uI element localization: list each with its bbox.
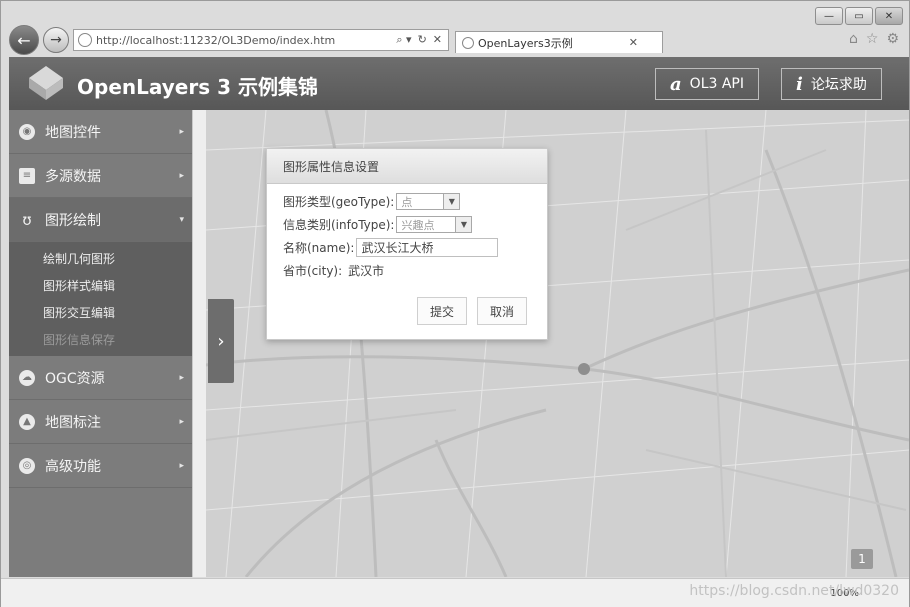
refresh-icon[interactable]: ↻ — [418, 33, 427, 47]
feature-attribute-dialog: 图形属性信息设置 图形类型(geoType): 点 ▼ 信息类别(infoTyp… — [266, 148, 548, 340]
address-bar[interactable]: http://localhost:11232/OL3Demo/index.htm… — [73, 29, 449, 51]
tab-favicon-icon — [462, 36, 474, 49]
openlayers-logo-icon — [29, 66, 63, 100]
sidebar-item-label: 多源数据 — [45, 168, 101, 185]
sidebar-item-multi-source-data[interactable]: ≡ 多源数据 ▸ — [9, 154, 192, 198]
sidebar-item-label: 地图控件 — [45, 124, 101, 141]
address-actions: ⌕ ▾ ↻ ✕ — [396, 33, 442, 47]
app-title: OpenLayers 3 示例集锦 — [77, 75, 318, 99]
marker-icon: ▲ — [19, 413, 35, 430]
sidebar-item-label: OGC资源 — [45, 370, 105, 387]
info-type-label: 信息类别(infoType): — [283, 218, 395, 232]
chevron-right-icon: › — [217, 330, 225, 352]
city-row: 省市(city): 武汉市 — [283, 259, 547, 282]
data-stack-icon: ≡ — [19, 167, 35, 184]
forward-arrow-icon: → — [50, 32, 62, 48]
sidebar: ◉ 地图控件 ▸ ≡ 多源数据 ▸ ʊ 图形绘制 ▾ 绘制几何图形 图形样式编辑… — [9, 110, 192, 577]
name-row: 名称(name): 武汉长江大桥 — [283, 236, 547, 259]
name-label: 名称(name): — [283, 241, 355, 255]
forum-help-label: 论坛求助 — [810, 77, 867, 93]
map-zoom-badge[interactable]: 1 — [851, 549, 873, 569]
forum-help-button[interactable]: i 论坛求助 — [781, 68, 882, 100]
stop-icon[interactable]: ✕ — [433, 33, 442, 47]
info-type-select[interactable]: 兴趣点 ▼ — [396, 216, 473, 233]
submenu-item-style-edit[interactable]: 图形样式编辑 — [9, 273, 192, 300]
geo-type-value: 点 — [401, 195, 413, 209]
back-arrow-icon: ← — [17, 30, 31, 50]
dialog-buttons: 提交 取消 — [417, 297, 527, 325]
submenu-item-draw-geometry[interactable]: 绘制几何图形 — [9, 246, 192, 273]
map-control-icon: ◉ — [19, 123, 35, 140]
info-icon: i — [796, 73, 803, 95]
settings-gear-icon[interactable]: ⚙ — [886, 31, 899, 47]
sidebar-item-ogc-resources[interactable]: ☁ OGC资源 ▸ — [9, 356, 192, 400]
status-bar: 100% https://blog.csdn.net/lwd0320 — [1, 578, 909, 607]
chevron-right-icon: ▸ — [179, 416, 184, 427]
chevron-right-icon: ▸ — [179, 460, 184, 471]
api-icon: a — [670, 73, 682, 95]
submenu-item-interactive-edit[interactable]: 图形交互编辑 — [9, 300, 192, 327]
sidebar-item-map-controls[interactable]: ◉ 地图控件 ▸ — [9, 110, 192, 154]
forward-button[interactable]: → — [43, 27, 69, 53]
url-text[interactable]: http://localhost:11232/OL3Demo/index.htm — [96, 34, 396, 47]
cloud-icon: ☁ — [19, 369, 35, 386]
browser-window: — ▭ ✕ ← → http://localhost:11232/OL3Demo… — [0, 0, 910, 607]
page-favicon-icon — [78, 33, 92, 47]
name-input[interactable]: 武汉长江大桥 — [356, 238, 499, 257]
chevron-right-icon: ▸ — [179, 170, 184, 181]
close-window-button[interactable]: ✕ — [875, 7, 903, 25]
sidebar-item-label: 图形绘制 — [45, 212, 101, 229]
app-header: OpenLayers 3 示例集锦 a OL3 API i 论坛求助 — [9, 57, 909, 110]
chevron-down-icon: ▼ — [455, 217, 472, 232]
info-type-row: 信息类别(infoType): 兴趣点 ▼ — [283, 213, 547, 236]
tab-title: OpenLayers3示例 — [478, 36, 573, 50]
city-value: 武汉市 — [348, 264, 385, 278]
window-controls: — ▭ ✕ — [815, 7, 903, 25]
advanced-icon: ◎ — [19, 457, 35, 474]
submit-button[interactable]: 提交 — [417, 297, 467, 325]
geo-type-row: 图形类型(geoType): 点 ▼ — [283, 190, 547, 213]
chevron-right-icon: ▸ — [179, 372, 184, 383]
sidebar-item-drawing[interactable]: ʊ 图形绘制 ▾ — [9, 198, 192, 242]
sidebar-item-map-annotation[interactable]: ▲ 地图标注 ▸ — [9, 400, 192, 444]
favorites-star-icon[interactable]: ☆ — [866, 31, 879, 47]
info-type-value: 兴趣点 — [401, 218, 435, 232]
browser-navbar: ← → http://localhost:11232/OL3Demo/index… — [1, 25, 909, 57]
city-label: 省市(city): — [283, 264, 343, 278]
chevron-right-icon: ▸ — [179, 126, 184, 137]
back-button[interactable]: ← — [9, 25, 39, 55]
sidebar-item-advanced[interactable]: ◎ 高级功能 ▸ — [9, 444, 192, 488]
tab-close-icon[interactable]: ✕ — [629, 36, 638, 49]
search-dropdown-icon[interactable]: ⌕ ▾ — [396, 33, 411, 47]
home-icon[interactable]: ⌂ — [849, 31, 858, 47]
watermark-text: https://blog.csdn.net/lwd0320 — [689, 583, 899, 599]
dialog-title: 图形属性信息设置 — [267, 149, 547, 184]
geo-type-select[interactable]: 点 ▼ — [396, 193, 461, 210]
geo-type-label: 图形类型(geoType): — [283, 195, 395, 209]
sidebar-toggle-handle[interactable]: › — [208, 299, 234, 383]
sidebar-item-label: 高级功能 — [45, 458, 101, 475]
dialog-body: 图形类型(geoType): 点 ▼ 信息类别(infoType): 兴趣点 ▼… — [267, 184, 547, 282]
sidebar-item-label: 地图标注 — [45, 414, 101, 431]
submenu-item-info-save[interactable]: 图形信息保存 — [9, 327, 192, 354]
browser-tab[interactable]: OpenLayers3示例 ✕ — [455, 31, 663, 53]
drawing-icon: ʊ — [22, 210, 32, 229]
sidebar-scrollbar[interactable] — [192, 110, 207, 577]
cancel-button[interactable]: 取消 — [477, 297, 527, 325]
minimize-button[interactable]: — — [815, 7, 843, 25]
ol3-api-label: OL3 API — [689, 76, 744, 92]
chevron-down-icon: ▼ — [443, 194, 460, 209]
browser-tools: ⌂ ☆ ⚙ — [849, 31, 899, 47]
maximize-button[interactable]: ▭ — [845, 7, 873, 25]
chevron-down-icon: ▾ — [179, 214, 184, 225]
drawing-submenu: 绘制几何图形 图形样式编辑 图形交互编辑 图形信息保存 — [9, 242, 192, 356]
ol3-api-button[interactable]: a OL3 API — [655, 68, 759, 100]
